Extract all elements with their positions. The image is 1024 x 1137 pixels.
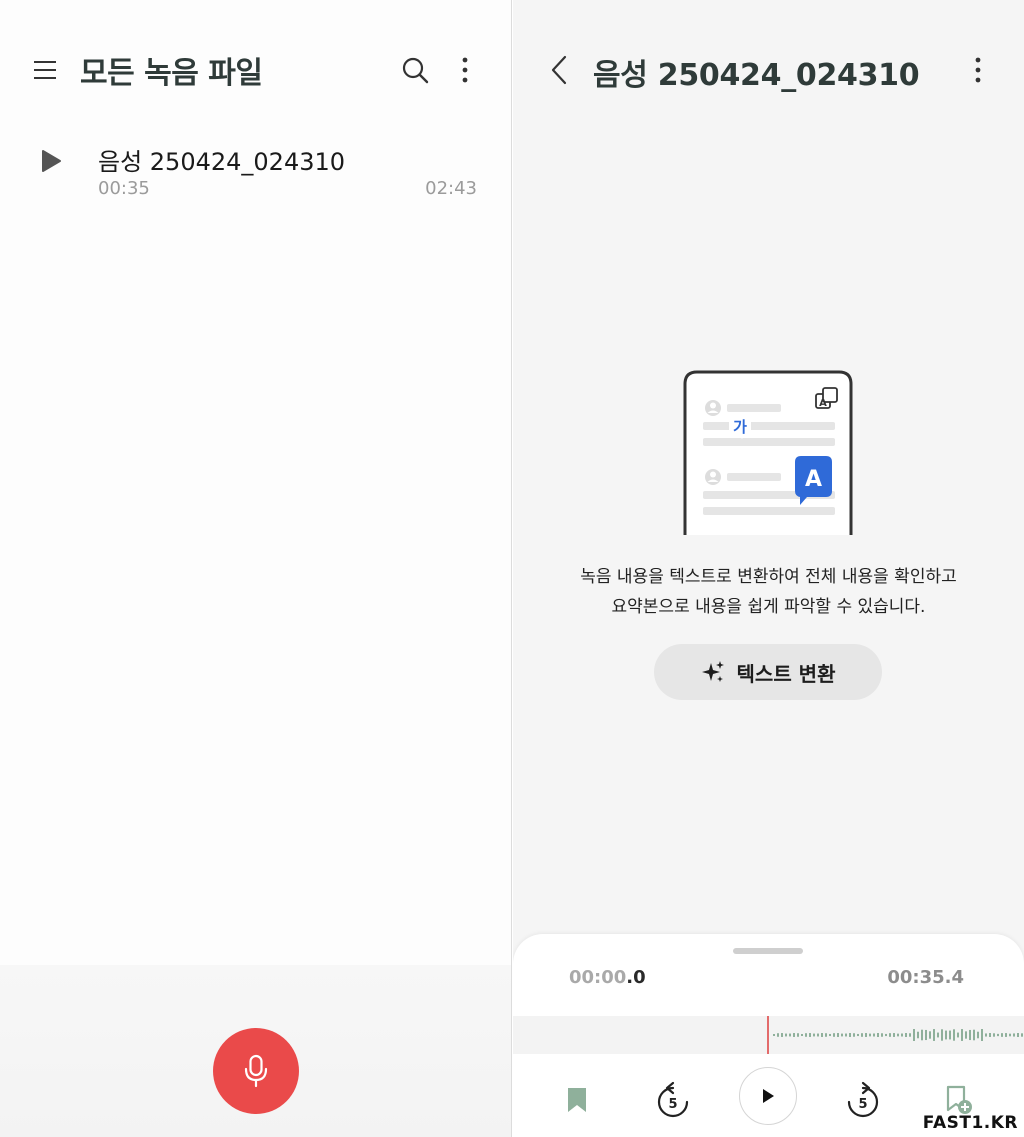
more-options-button[interactable] [444, 48, 486, 92]
recording-title: 음성 250424_024310 [593, 58, 920, 93]
menu-button[interactable] [24, 50, 68, 90]
recording-time: 02:43 [425, 178, 477, 199]
skip-forward-button[interactable]: 5 [841, 1071, 885, 1129]
microphone-icon [244, 1054, 268, 1088]
skip-back-button[interactable]: 5 [651, 1071, 695, 1129]
page-title: 모든 녹음 파일 [80, 56, 263, 91]
bookmark-button[interactable] [557, 1071, 597, 1129]
play-pause-button[interactable] [739, 1067, 797, 1125]
drag-handle[interactable] [733, 948, 803, 954]
sparkle-icon [701, 661, 724, 682]
hamburger-icon [34, 61, 56, 79]
english-bubble-text: A [805, 467, 822, 492]
avatar-icon [705, 400, 721, 416]
add-memo-icon [946, 1085, 972, 1114]
list-header: 모든 녹음 파일 [0, 0, 511, 140]
record-button[interactable] [213, 1028, 299, 1114]
watermark: FAST1.KR [922, 1113, 1018, 1133]
svg-text:5: 5 [858, 1097, 867, 1112]
more-options-button[interactable] [957, 48, 999, 92]
more-vertical-icon [975, 57, 981, 83]
rewind-5-icon: 5 [657, 1081, 689, 1118]
sound-wave-right [857, 432, 949, 486]
convert-button-label: 텍스트 변환 [736, 661, 836, 686]
forward-5-icon: 5 [847, 1081, 879, 1118]
more-vertical-icon [462, 57, 468, 83]
play-icon[interactable] [36, 146, 66, 176]
total-time: 00:35.4 [887, 967, 964, 988]
sound-wave-left [583, 432, 683, 486]
player-panel: 00:00.0 00:35.4 5 5 [513, 934, 1024, 1137]
search-button[interactable] [392, 48, 438, 92]
recordings-list-pane: 모든 녹음 파일 음성 250424_024310 00:35 02:43 [0, 0, 512, 1137]
recording-name: 음성 250424_024310 [98, 148, 346, 176]
search-icon [402, 57, 429, 84]
play-icon [763, 1089, 774, 1103]
back-button[interactable] [539, 48, 579, 92]
waveform-timeline[interactable] [513, 1016, 1024, 1054]
list-item[interactable]: 음성 250424_024310 00:35 02:43 [0, 130, 511, 210]
bookmark-icon [568, 1088, 586, 1112]
elapsed-time: 00:00.0 [569, 967, 646, 988]
svg-text:A: A [819, 398, 827, 409]
transcription-illustration: 가 A A [583, 370, 949, 535]
korean-bubble-text: 가 [733, 418, 747, 436]
chevron-left-icon [551, 55, 567, 85]
recording-detail-pane: 음성 250424_024310 가 A A 녹음 내용을 텍스트로 변환하여 … [513, 0, 1024, 1137]
waveform [767, 1016, 1023, 1054]
recording-duration: 00:35 [98, 178, 150, 199]
convert-to-text-button[interactable]: 텍스트 변환 [654, 644, 882, 700]
transcription-description: 녹음 내용을 텍스트로 변환하여 전체 내용을 확인하고 요약본으로 내용을 쉽… [580, 567, 957, 617]
avatar-icon [705, 469, 721, 485]
svg-text:5: 5 [668, 1097, 677, 1112]
